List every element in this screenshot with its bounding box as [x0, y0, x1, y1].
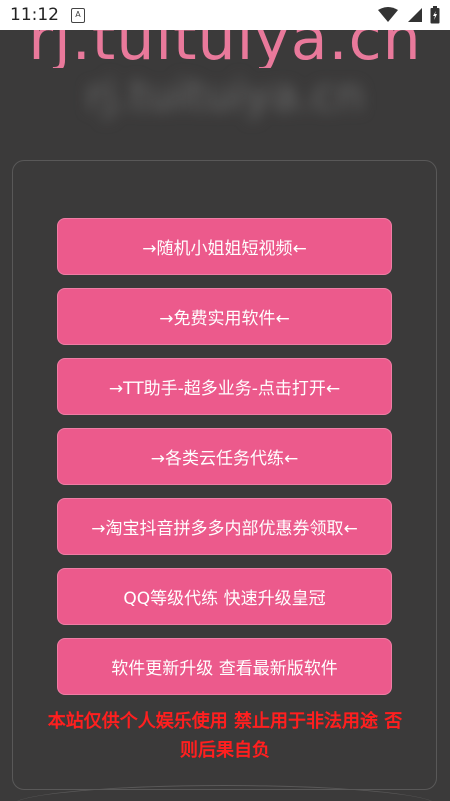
status-bar: 11:12 A: [0, 0, 450, 30]
software-update-button[interactable]: 软件更新升级 查看最新版软件: [57, 638, 392, 695]
random-video-button[interactable]: →随机小姐姐短视频←: [57, 218, 392, 275]
free-software-button[interactable]: →免费实用软件←: [57, 288, 392, 345]
app-screen: 11:12 A rj.tuituiya.cn rj.tuituiya.cn →随…: [0, 0, 450, 801]
signal-icon: [408, 8, 422, 22]
wifi-icon: [378, 7, 398, 22]
disclaimer-text: 本站仅供个人娱乐使用 禁止用于非法用途 否则后果自负: [47, 711, 403, 761]
battery-icon: [430, 6, 440, 24]
status-icons: [378, 6, 440, 24]
tt-assistant-button[interactable]: →TT助手-超多业务-点击打开←: [57, 358, 392, 415]
site-domain-shadow: rj.tuituiya.cn: [85, 70, 365, 121]
site-domain-text: rj.tuituiya.cn: [28, 30, 422, 68]
status-time: 11:12: [10, 5, 59, 25]
coupon-button[interactable]: →淘宝抖音拼多多内部优惠券领取←: [57, 498, 392, 555]
notification-icon: A: [71, 7, 85, 23]
site-domain-banner: rj.tuituiya.cn: [0, 30, 450, 68]
qq-level-button[interactable]: QQ等级代练 快速升级皇冠: [57, 568, 392, 625]
cloud-task-button[interactable]: →各类云任务代练←: [57, 428, 392, 485]
